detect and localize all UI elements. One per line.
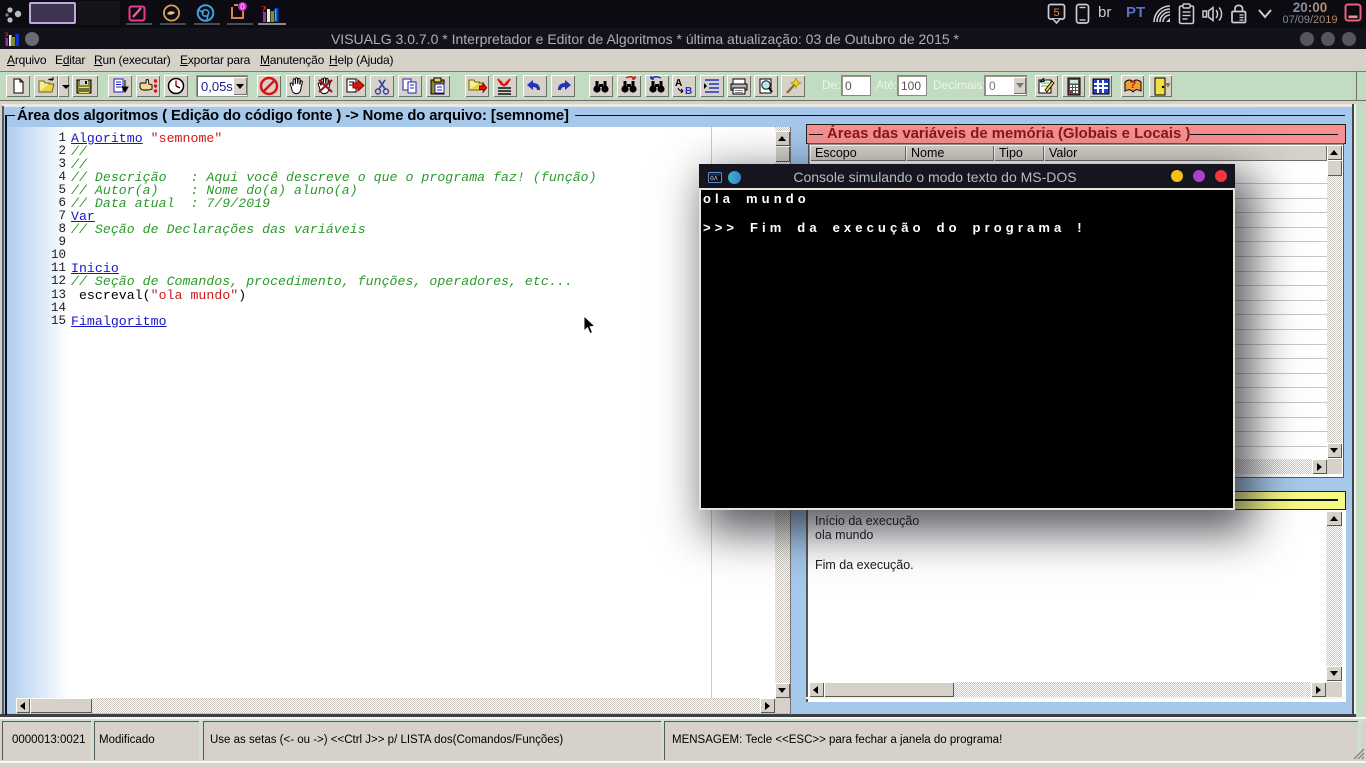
svg-text:?: ? — [1130, 79, 1137, 91]
svg-text:5: 5 — [1053, 7, 1059, 19]
svg-text:A: A — [675, 78, 682, 89]
svg-text:0: 0 — [240, 2, 245, 11]
svg-text:B: B — [685, 86, 692, 96]
